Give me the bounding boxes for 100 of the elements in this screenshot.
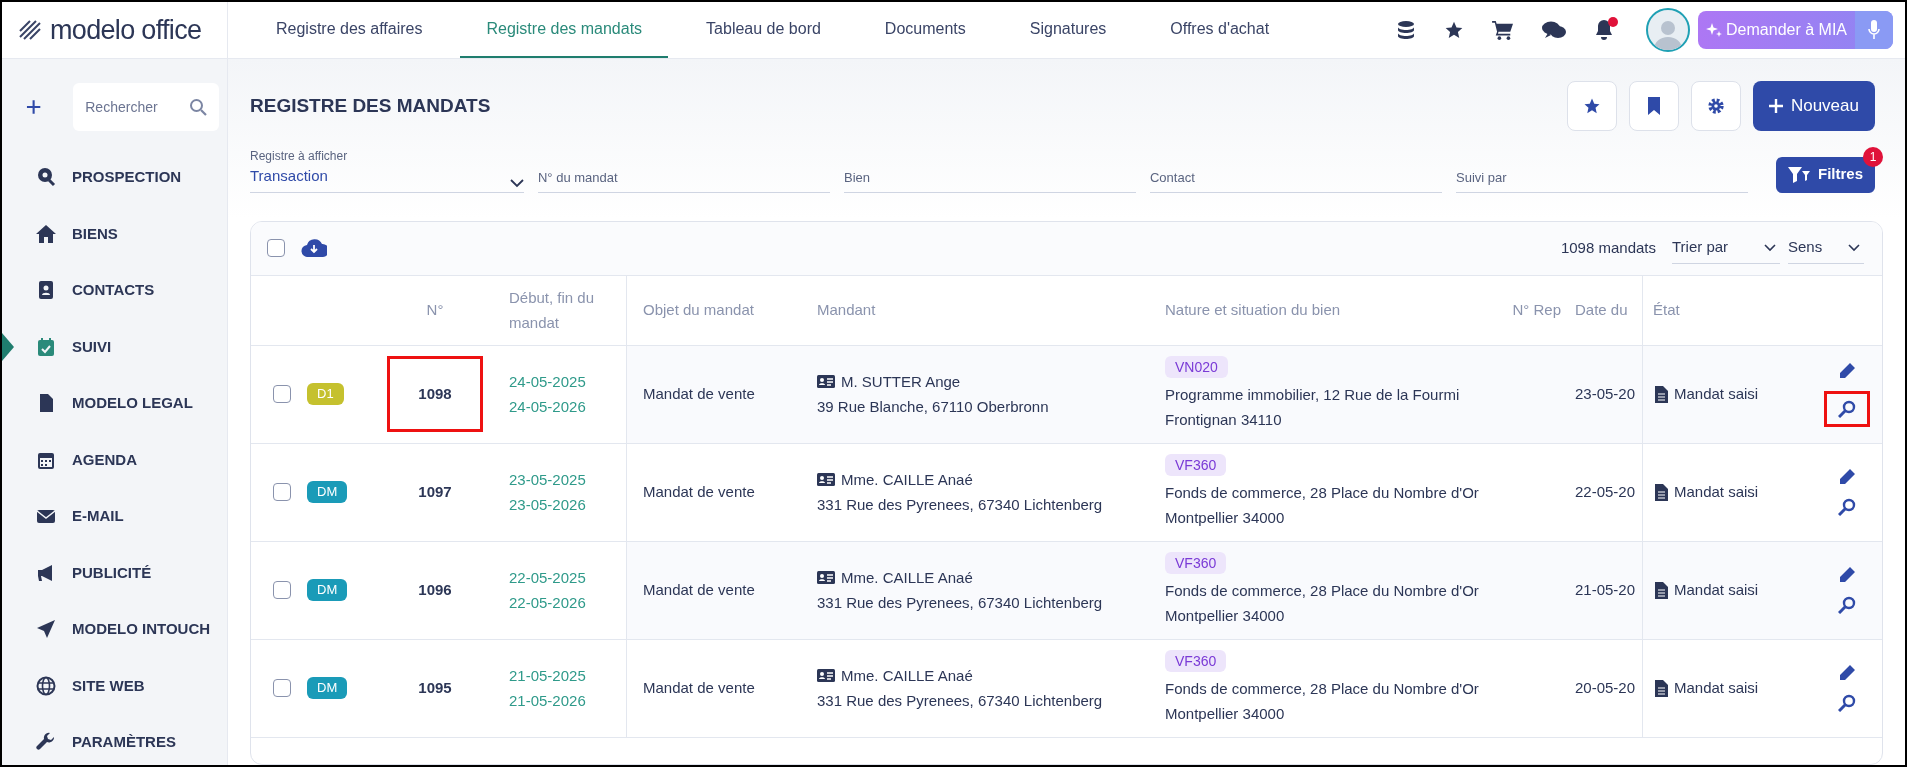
property-reference-tag[interactable]: VF360 (1165, 552, 1227, 574)
end-date: 24-05-2026 (509, 397, 587, 417)
nav-tab[interactable]: Documents (858, 2, 992, 58)
filter-field[interactable]: Contact (1150, 162, 1442, 193)
search-button[interactable] (1837, 595, 1857, 615)
sidebar-item[interactable]: BIENS (72, 222, 118, 245)
edit-button[interactable] (1837, 565, 1857, 585)
nav-tab[interactable]: Tableau de bord (680, 2, 847, 58)
cloud-download-icon[interactable] (301, 239, 327, 257)
new-button[interactable]: Nouveau (1752, 81, 1875, 131)
avatar[interactable] (1646, 8, 1691, 52)
direction-select[interactable]: Sens (1788, 232, 1864, 264)
property-city: Montpellier 34000 (1165, 606, 1285, 626)
star-icon[interactable] (1444, 20, 1465, 40)
plus-icon[interactable] (26, 99, 42, 115)
nav-tab[interactable]: Offres d'achat (1144, 2, 1296, 58)
column-header: N° (426, 300, 444, 318)
filter-field[interactable]: Bien (844, 162, 1136, 193)
cart-icon[interactable] (1492, 20, 1515, 40)
coins-icon[interactable] (1396, 20, 1417, 40)
sidebar-item[interactable]: E-MAIL (72, 505, 124, 528)
row-checkbox[interactable] (273, 385, 291, 403)
search-button[interactable] (1837, 497, 1857, 517)
mandate-number: 1097 (418, 481, 452, 502)
chevron-down-icon (1764, 243, 1776, 252)
settings-icon (1706, 97, 1725, 115)
filter-field[interactable]: Suivi par (1456, 162, 1748, 193)
nav-tab[interactable]: Signatures (1003, 2, 1133, 58)
start-date: 24-05-2025 (509, 372, 587, 392)
filter-icon (1788, 166, 1810, 183)
sidebar-item[interactable]: PROSPECTION (72, 166, 182, 189)
client-address: 39 Rue Blanche, 67110 Oberbronn (817, 397, 1050, 417)
select-all-checkbox[interactable] (267, 239, 285, 257)
search-field[interactable]: Rechercher (73, 83, 219, 131)
start-date: 23-05-2025 (509, 470, 587, 490)
pencil-icon (1838, 468, 1856, 486)
column-header: Nature et situation du bien (1165, 300, 1341, 318)
end-date: 22-05-2026 (509, 593, 587, 613)
client-name[interactable]: Mme. CAILLE Anaé (841, 565, 973, 590)
result-count: 1098 mandats (1560, 237, 1656, 258)
client-name[interactable]: M. SUTTER Ange (841, 369, 961, 394)
settings-button[interactable] (1690, 81, 1741, 131)
edit-button[interactable] (1837, 663, 1857, 683)
sidebar-item[interactable]: AGENDA (72, 448, 137, 471)
filter-count-badge: 1 (1863, 146, 1883, 167)
property-description: Programme immobilier, 12 Rue de la Fourmi (1165, 385, 1460, 405)
mandate-number: 1098 (387, 355, 483, 433)
sidebar-item[interactable]: PUBLICITÉ (72, 561, 152, 584)
search-button[interactable] (1824, 391, 1870, 427)
chevron-down-icon (1848, 243, 1860, 252)
column-header: Mandant (817, 300, 876, 318)
row-checkbox[interactable] (273, 679, 291, 697)
sidebar-item[interactable]: CONTACTS (72, 279, 155, 302)
client-address: 331 Rue des Pyrenees, 67340 Lichtenberg (817, 495, 1104, 515)
filter-field[interactable]: N° du mandat (538, 162, 830, 193)
bell-icon[interactable] (1594, 19, 1615, 41)
client-name[interactable]: Mme. CAILLE Anaé (841, 663, 973, 688)
property-reference-tag[interactable]: VF360 (1165, 454, 1227, 476)
bookmark-button[interactable] (1628, 81, 1679, 131)
row-checkbox[interactable] (273, 483, 291, 501)
client-name[interactable]: Mme. CAILLE Anaé (841, 467, 973, 492)
property-city: Frontignan 34110 (1165, 410, 1282, 430)
column-header: Objet du mandat (643, 300, 754, 318)
page-title: REGISTRE DES MANDATS (250, 93, 491, 118)
sort-select[interactable]: Trier par (1672, 232, 1780, 264)
pencil-icon (1838, 362, 1856, 380)
register-select[interactable]: Registre à afficher Transaction (250, 147, 524, 193)
id-card-icon (817, 668, 835, 683)
mandate-number: 1095 (418, 677, 452, 698)
favorite-button[interactable] (1566, 81, 1617, 131)
property-reference-tag[interactable]: VN020 (1165, 356, 1228, 378)
row-checkbox[interactable] (273, 581, 291, 599)
chat-icon[interactable] (1542, 20, 1567, 40)
bookmark-icon (1646, 97, 1661, 115)
contact-book-icon (36, 280, 56, 301)
edit-button[interactable] (1837, 361, 1857, 381)
status-tag: DM (307, 579, 348, 601)
id-card-icon (817, 570, 835, 585)
id-card-icon (817, 374, 835, 389)
mandate-object: Mandat de vente (643, 481, 755, 502)
sidebar-item[interactable]: MODELO LEGAL (72, 392, 193, 415)
globe-icon (36, 675, 56, 696)
start-date: 21-05-2025 (509, 666, 587, 686)
paper-plane-icon (36, 619, 56, 640)
property-reference-tag[interactable]: VF360 (1165, 650, 1227, 672)
search-button[interactable] (1837, 693, 1857, 713)
sidebar-item[interactable]: SITE WEB (72, 674, 145, 697)
id-card-icon (817, 472, 835, 487)
property-description: Fonds de commerce, 28 Place du Nombre d'Or (1165, 581, 1479, 601)
sidebar-item[interactable]: MODELO INTOUCH (72, 618, 211, 641)
edit-button[interactable] (1837, 467, 1857, 487)
document-icon (1655, 483, 1668, 501)
column-header: Début, fin du mandat (509, 288, 596, 333)
nav-tab[interactable]: Registre des affaires (250, 2, 449, 58)
client-address: 331 Rue des Pyrenees, 67340 Lichtenberg (817, 691, 1104, 711)
sidebar-item[interactable]: SUIVI (72, 335, 112, 358)
sparkle-icon (1706, 22, 1723, 38)
mandate-object: Mandat de vente (643, 677, 755, 698)
sidebar-item[interactable]: PARAMÈTRES (72, 731, 176, 754)
column-header: État (1653, 300, 1680, 318)
